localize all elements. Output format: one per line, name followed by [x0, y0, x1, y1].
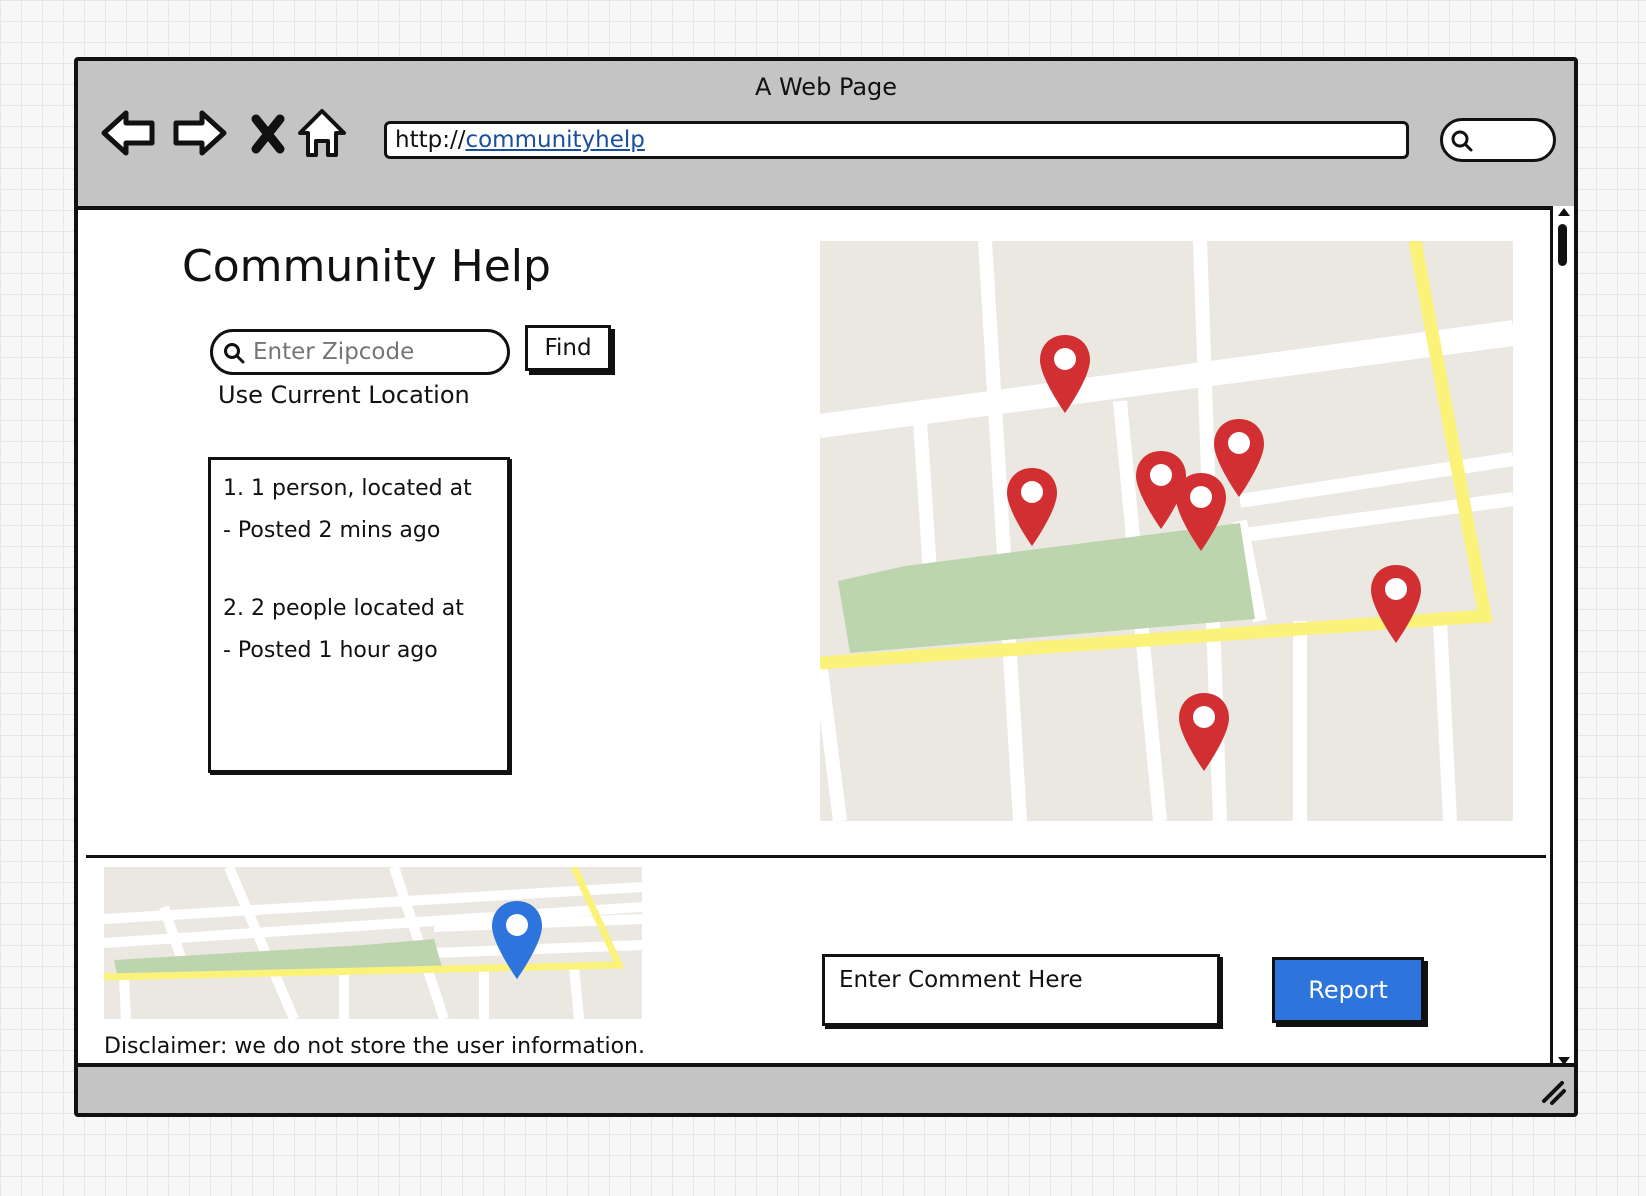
list-item[interactable]: 2. 2 people located at - Posted 1 hour a…: [223, 590, 495, 674]
result-posted: - Posted 1 hour ago: [223, 638, 438, 663]
report-button[interactable]: Report: [1272, 957, 1424, 1023]
forward-arrow-icon[interactable]: [170, 103, 230, 163]
home-icon[interactable]: [292, 103, 352, 163]
disclaimer-text: Disclaimer: we do not store the user inf…: [104, 1034, 645, 1059]
back-arrow-icon[interactable]: [98, 103, 158, 163]
result-posted: - Posted 2 mins ago: [223, 518, 441, 543]
vertical-scrollbar[interactable]: [1550, 206, 1574, 1067]
community-map[interactable]: [820, 241, 1513, 821]
page-title: Community Help: [182, 241, 551, 292]
result-title: 1. 1 person, located at: [223, 476, 472, 501]
find-button[interactable]: Find: [525, 325, 611, 371]
browser-search-box[interactable]: [1440, 118, 1556, 162]
url-prefix: http://: [395, 127, 466, 153]
search-icon: [224, 343, 245, 364]
url-link[interactable]: communityhelp: [465, 127, 644, 153]
current-location-map[interactable]: [104, 867, 642, 1019]
use-current-location-link[interactable]: Use Current Location: [218, 381, 470, 409]
status-bar: [78, 1063, 1574, 1113]
results-list: 1. 1 person, located at - Posted 2 mins …: [208, 457, 510, 773]
address-bar[interactable]: http://communityhelp: [384, 121, 1409, 159]
stop-x-icon[interactable]: [238, 103, 298, 163]
comment-input[interactable]: Enter Comment Here: [822, 954, 1220, 1026]
scroll-up-arrow-icon[interactable]: [1556, 206, 1572, 218]
scroll-thumb[interactable]: [1558, 224, 1567, 266]
result-title: 2. 2 people located at: [223, 596, 464, 621]
zipcode-input[interactable]: [210, 329, 510, 375]
list-item[interactable]: 1. 1 person, located at - Posted 2 mins …: [223, 470, 495, 554]
section-divider: [86, 855, 1546, 858]
window-title: A Web Page: [754, 73, 898, 101]
resize-grip-icon[interactable]: [1540, 1079, 1566, 1105]
search-icon: [1451, 130, 1473, 152]
browser-toolbar: A Web Page http://communityhelp: [78, 61, 1574, 210]
browser-window: A Web Page http://communityhelp Communit…: [74, 57, 1578, 1117]
